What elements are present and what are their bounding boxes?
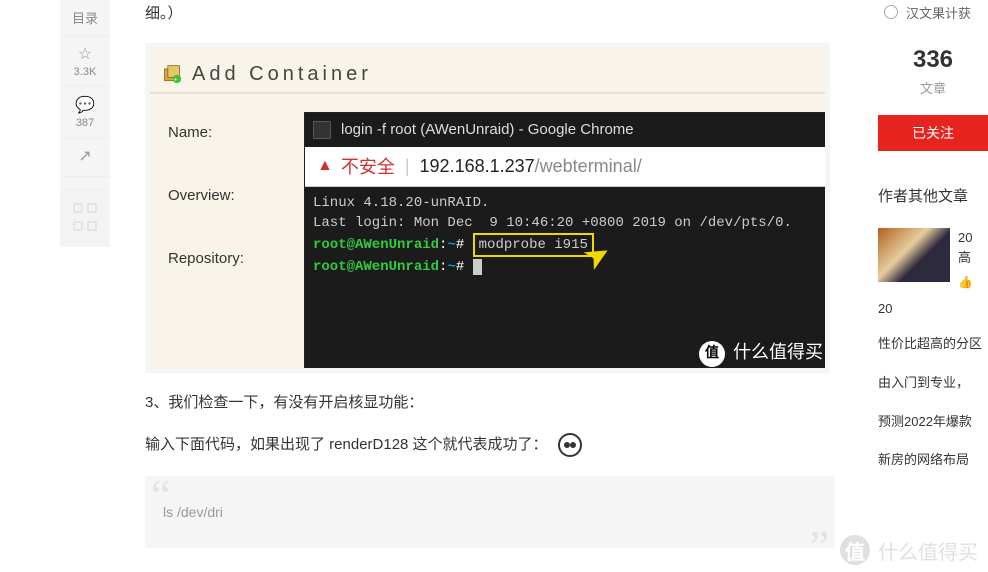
- add-container-header: + Add Container: [150, 48, 825, 92]
- step3b-text: 输入下面代码，如果出现了 renderD128 这个就代表成功了：: [145, 431, 835, 460]
- address-bar[interactable]: ▲ 不安全 | 192.168.1.237/webterminal/: [305, 147, 830, 187]
- container-icon: +: [162, 64, 182, 84]
- author-stat-row: 汉文果计获: [878, 0, 988, 24]
- quote-open-icon: “: [151, 470, 171, 521]
- embedded-screenshot: + Add Container Name: Overview: Reposito…: [145, 43, 830, 373]
- insecure-icon: ▲: [317, 157, 333, 175]
- page-watermark-text: 什么值得买: [878, 536, 978, 565]
- sidebar-comments[interactable]: 💬 387: [60, 87, 110, 138]
- step3-text: 3、我们检查一下，有没有开启核显功能：: [145, 389, 835, 418]
- sidebar-likes[interactable]: ☆ 3.3K: [60, 36, 110, 87]
- terminal-cursor: [473, 259, 482, 275]
- star-icon: ☆: [60, 44, 110, 64]
- follow-button[interactable]: 已关注: [878, 115, 988, 151]
- svg-text:+: +: [173, 76, 180, 83]
- code-block: “ ls /dev/dri ”: [145, 476, 835, 548]
- chrome-titlebar: login -f root (AWenUnraid) - Google Chro…: [305, 113, 830, 147]
- right-sidebar: 汉文果计获 336 文章 已关注 作者其他文章 20高 👍 20 性价比超高的分…: [878, 0, 988, 471]
- other-link-4[interactable]: 新房的网络布局: [878, 450, 988, 471]
- article-title: 20高 👍: [958, 228, 973, 291]
- quote-close-icon: ”: [809, 521, 829, 572]
- article-count: 336: [878, 46, 988, 74]
- stat-text: 汉文果计获: [906, 3, 971, 22]
- other-link-3[interactable]: 预测2022年爆款: [878, 412, 988, 433]
- address-separator: |: [405, 156, 410, 177]
- other-article-1[interactable]: 20高 👍: [878, 228, 988, 291]
- page-watermark-icon: 值: [840, 535, 870, 565]
- address-host: 192.168.1.237: [420, 156, 535, 177]
- share-icon: ↗: [60, 146, 110, 166]
- intro-tail: 细。）: [145, 0, 835, 29]
- address-path: /webterminal/: [535, 156, 642, 177]
- term-line-2: Last login: Mon Dec 9 10:46:20 +0800 201…: [313, 213, 827, 233]
- comments-count: 387: [60, 117, 110, 129]
- sidebar-toc[interactable]: 目录: [60, 0, 110, 36]
- like-icon: 👍: [958, 273, 973, 291]
- article-thumb: [878, 228, 950, 282]
- eyes-emoji-icon: [558, 433, 582, 457]
- insecure-text: 不安全: [341, 153, 395, 179]
- qr-code[interactable]: [61, 187, 109, 247]
- likes-count: 3.3K: [60, 66, 110, 78]
- toc-label: 目录: [60, 8, 110, 27]
- watermark-icon: 值: [699, 341, 725, 367]
- left-sidebar: 目录 ☆ 3.3K 💬 387 ↗: [60, 0, 110, 247]
- terminal-tab-icon: [313, 121, 331, 139]
- term-line-4: root@AWenUnraid:~#: [313, 257, 827, 277]
- sidebar-share[interactable]: ↗: [60, 138, 110, 177]
- term-line-1: Linux 4.18.20-unRAID.: [313, 193, 827, 213]
- term-line-3: root@AWenUnraid:~# modprobe i915: [313, 233, 827, 257]
- stat-icon: [884, 5, 898, 19]
- chrome-window: login -f root (AWenUnraid) - Google Chro…: [305, 113, 830, 373]
- add-container-title: Add Container: [192, 63, 372, 86]
- terminal[interactable]: Linux 4.18.20-unRAID. Last login: Mon De…: [305, 187, 830, 373]
- other-article-1b[interactable]: 20: [878, 301, 988, 316]
- comment-icon: 💬: [60, 95, 110, 115]
- article-main: 细。） + Add Container Name: Overview: Repo…: [145, 0, 835, 548]
- chrome-title-text: login -f root (AWenUnraid) - Google Chro…: [341, 121, 634, 138]
- watermark-text: 什么值得买: [733, 341, 823, 367]
- screenshot-watermark: 值 什么值得买: [699, 341, 823, 367]
- page-watermark: 值 什么值得买: [840, 535, 978, 565]
- other-link-2[interactable]: 由入门到专业，: [878, 373, 988, 394]
- article-count-label: 文章: [878, 78, 988, 97]
- code-text: ls /dev/dri: [163, 504, 223, 520]
- other-articles-header: 作者其他文章: [878, 185, 988, 212]
- other-link-1[interactable]: 性价比超高的分区: [878, 334, 988, 355]
